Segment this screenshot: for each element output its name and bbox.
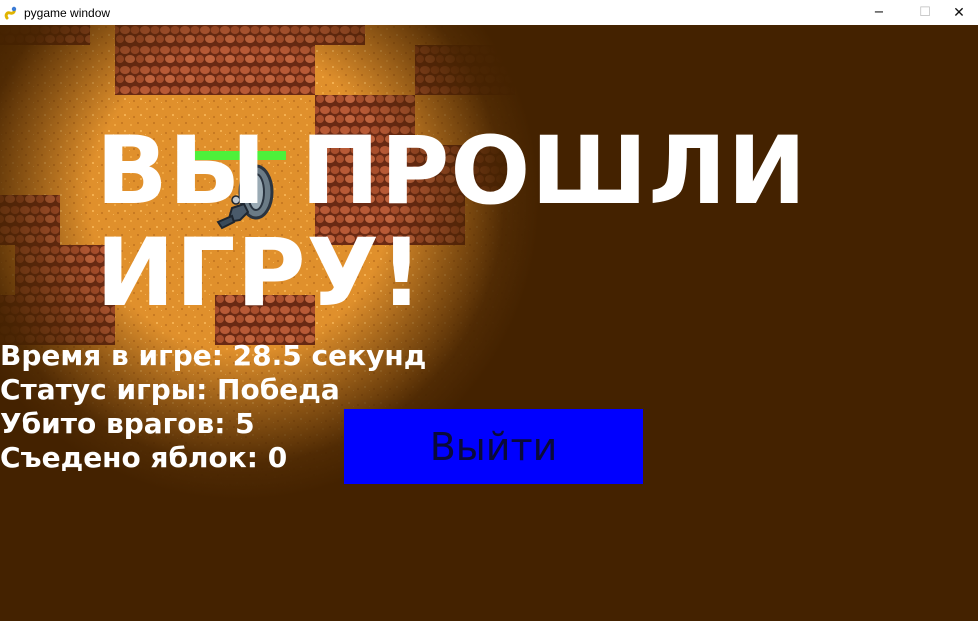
exit-button[interactable]: Выйти bbox=[344, 409, 643, 484]
stat-game-status: Статус игры: Победа bbox=[0, 373, 340, 406]
close-icon: ✕ bbox=[953, 4, 965, 21]
minimize-button[interactable]: − bbox=[856, 0, 902, 25]
window-title: pygame window bbox=[24, 5, 111, 20]
close-button[interactable]: ✕ bbox=[940, 0, 978, 25]
game-canvas: ВЫ ПРОШЛИ ИГРУ! Время в игре: 28.5 секун… bbox=[0, 25, 978, 621]
stat-play-time: Время в игре: 28.5 секунд bbox=[0, 339, 427, 372]
title-bar[interactable]: pygame window − ☐ ✕ bbox=[0, 0, 978, 25]
maximize-icon: ☐ bbox=[919, 5, 931, 20]
minimize-icon: − bbox=[873, 5, 885, 20]
victory-headline: ВЫ ПРОШЛИ ИГРУ! bbox=[96, 117, 808, 328]
game-window: pygame window − ☐ ✕ ВЫ ПРОШЛИ ИГРУ! Врем… bbox=[0, 0, 978, 621]
pygame-icon bbox=[4, 6, 18, 20]
